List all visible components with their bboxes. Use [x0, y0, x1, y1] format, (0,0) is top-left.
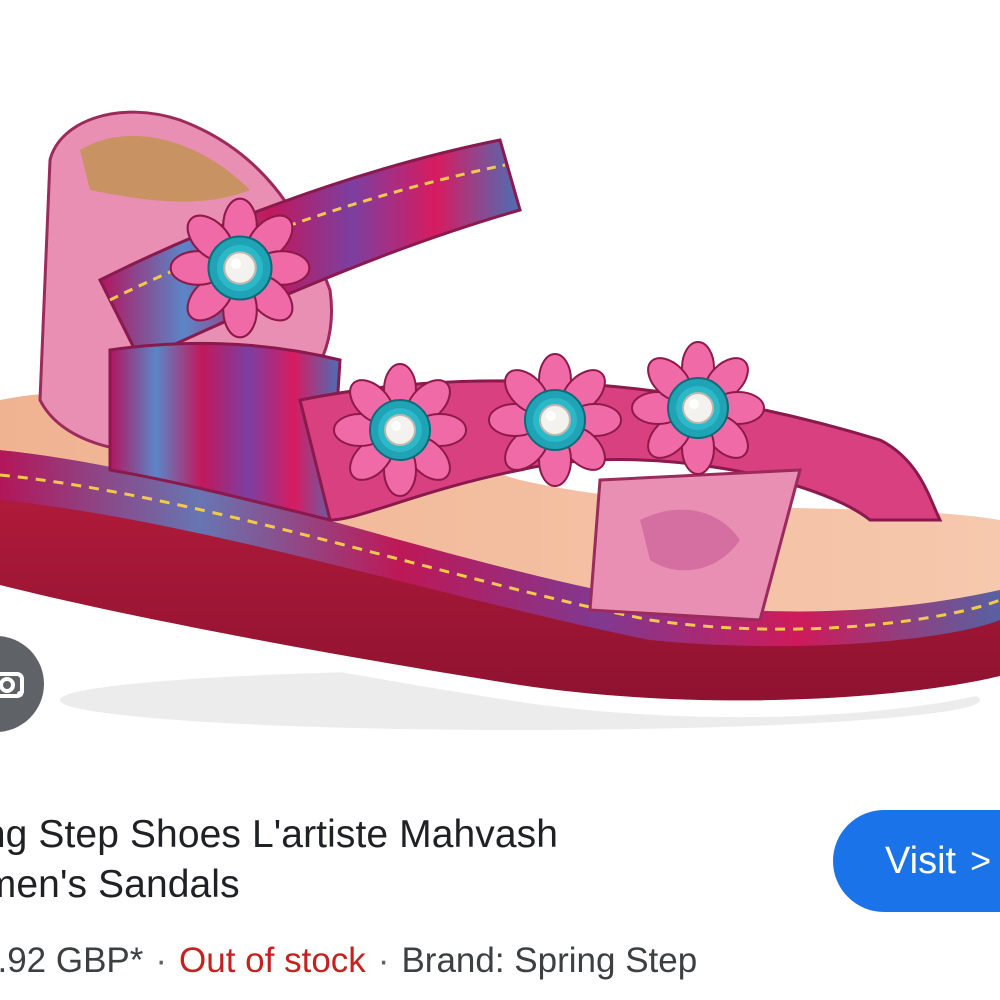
product-brand: Brand: Spring Step — [401, 941, 698, 980]
visit-label: Visit — [885, 839, 957, 882]
product-image[interactable] — [0, 0, 1000, 780]
sandal-image — [0, 0, 1000, 780]
lens-camera-icon — [0, 672, 24, 698]
separator: · — [377, 941, 390, 980]
separator: · — [155, 941, 168, 980]
product-title[interactable]: ring Step Shoes L'artiste Mahvash omen's… — [0, 810, 762, 910]
product-price: 1.92 GBP* — [0, 941, 144, 980]
visit-button[interactable]: Visit > — [833, 810, 1000, 912]
product-title-line2: omen's Sandals — [0, 863, 240, 906]
chevron-right-icon: > — [970, 840, 992, 881]
product-result-card: ring Step Shoes L'artiste Mahvash omen's… — [0, 0, 1000, 1000]
product-meta: 1.92 GBP* · Out of stock · Brand: Spring Ste… — [0, 938, 697, 984]
product-title-line1: ring Step Shoes L'artiste Mahvash — [0, 813, 559, 856]
stock-status: Out of stock — [179, 941, 366, 980]
